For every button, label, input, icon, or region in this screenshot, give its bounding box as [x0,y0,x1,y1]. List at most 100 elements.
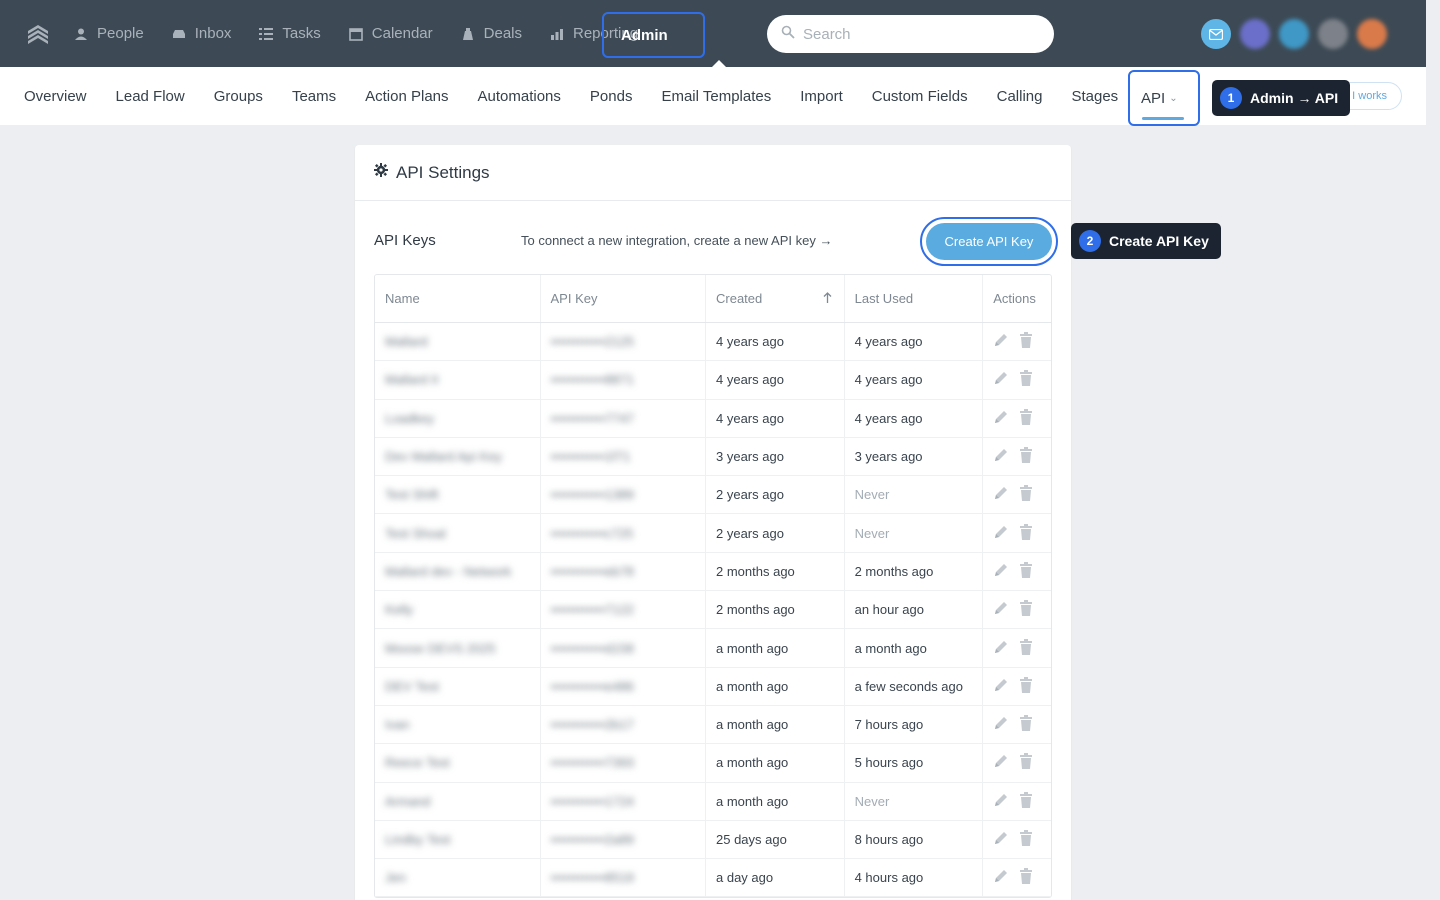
table-row[interactable]: DEV Test ••••••••••••e486 a month ago a few… [375,667,1051,706]
last-used-cell: 4 years ago [845,399,984,437]
key-value: ••••••••••••1f71 [550,449,631,465]
edit-icon[interactable] [993,447,1009,466]
created-cell: a month ago [706,667,845,705]
table-row[interactable]: Dev Mallard Api Key ••••••••••••1f71 3 yea… [375,437,1051,477]
nav-tasks[interactable]: Tasks [259,0,321,67]
tab-import[interactable]: Import [800,88,843,105]
key-name: Jen [385,870,406,886]
table-row[interactable]: Mallard ••••••••••••2125 4 years ago 4 year… [375,323,1051,362]
avatar[interactable] [1279,19,1309,49]
nav-people[interactable]: People [74,0,144,67]
create-key-highlight: Create API Key [920,217,1058,266]
avatar[interactable] [1318,19,1348,49]
column-header-created[interactable]: Created [706,275,845,322]
last-used-cell: 4 years ago [845,361,984,399]
edit-icon[interactable] [993,715,1009,734]
trash-icon[interactable] [1019,332,1033,351]
tab-custom-fields[interactable]: Custom Fields [872,88,968,105]
trash-icon[interactable] [1019,370,1033,389]
created-cell: a month ago [706,744,845,782]
key-value: ••••••••••••eb78 [550,563,635,579]
created-cell: a day ago [706,859,845,897]
avatar[interactable] [1240,19,1270,49]
tab-teams[interactable]: Teams [292,88,336,105]
trash-icon[interactable] [1019,447,1033,466]
edit-icon[interactable] [993,830,1009,849]
card-header: API Settings [355,145,1071,201]
trash-icon[interactable] [1019,715,1033,734]
tab-ponds[interactable]: Ponds [590,88,633,105]
nav-admin-label: Admin [621,26,668,44]
last-used-cell: 3 years ago [845,437,984,476]
search-box[interactable] [767,15,1054,53]
logo-icon[interactable] [26,22,50,46]
last-used-cell: a month ago [845,629,984,667]
trash-icon[interactable] [1019,523,1033,543]
tab-overview[interactable]: Overview [24,88,87,105]
tab-api-label: API [1141,89,1166,107]
created-cell: 2 years ago [706,514,845,552]
edit-icon[interactable] [993,485,1009,504]
column-header-name[interactable]: Name [375,275,541,322]
avatar[interactable] [1357,19,1387,49]
key-value: ••••••••••••8519 [550,870,635,886]
edit-icon[interactable] [993,524,1009,543]
created-cell: a month ago [706,629,845,667]
table-row[interactable]: Mallard II ••••••••••••8871 4 years ago 4 y… [375,361,1051,400]
table-row[interactable]: Test Shoal ••••••••••••c725 2 years ago Nev… [375,514,1051,553]
edit-icon[interactable] [993,792,1009,811]
key-value: ••••••••••••2125 [550,334,635,350]
mail-icon[interactable] [1201,19,1231,49]
trash-icon[interactable] [1019,408,1033,428]
api-keys-label: API Keys [374,232,436,249]
key-value: ••••••••••••8871 [550,372,635,388]
edit-icon[interactable] [993,409,1009,428]
search-input[interactable] [803,25,1033,43]
tab-groups[interactable]: Groups [214,88,263,105]
tab-api[interactable]: API ⌄ [1128,70,1200,126]
table-row[interactable]: Moose DEVS 2025 ••••••••••••d158 a month a… [375,629,1051,668]
edit-icon[interactable] [993,332,1009,351]
edit-icon[interactable] [993,677,1009,696]
edit-icon[interactable] [993,600,1009,619]
create-api-key-button[interactable]: Create API Key [926,223,1052,260]
nav-calendar[interactable]: Calendar [348,0,433,67]
edit-icon[interactable] [993,370,1009,389]
table-row[interactable]: Reece Test ••••••••••••7393 a month ago 5 h… [375,744,1051,783]
tab-action-plans[interactable]: Action Plans [365,88,448,105]
tab-calling[interactable]: Calling [997,88,1043,105]
trash-icon[interactable] [1019,676,1033,696]
trash-icon[interactable] [1019,485,1033,504]
step-number: 2 [1079,230,1101,252]
nav-deals[interactable]: Deals [461,0,522,67]
trash-icon[interactable] [1019,600,1033,619]
trash-icon[interactable] [1019,830,1033,849]
table-row[interactable]: Armand ••••••••••••1724 a month ago Never [375,782,1051,821]
nav-inbox[interactable]: Inbox [172,0,231,67]
table-row[interactable]: Kelly ••••••••••••7122 2 months ago an hour… [375,591,1051,630]
tab-automations[interactable]: Automations [478,88,561,105]
edit-icon[interactable] [993,639,1009,658]
column-header-api-key[interactable]: API Key [541,275,706,322]
trash-icon[interactable] [1019,753,1033,772]
table-row[interactable]: Test Shift ••••••••••••1389 2 years ago Nev… [375,476,1051,515]
edit-icon[interactable] [993,562,1009,581]
table-row[interactable]: Mallard dev - Network ••••••••••••eb78 2 m… [375,552,1051,592]
table-row[interactable]: Loadkey ••••••••••••7747 4 years ago 4 year… [375,399,1051,438]
table-row[interactable]: Lindby Test ••••••••••••2a89 25 days ago 8 … [375,820,1051,860]
nav-admin[interactable]: Admin [602,12,705,58]
column-header-last-used[interactable]: Last Used [845,275,984,322]
edit-icon[interactable] [993,868,1009,887]
table-row[interactable]: Ivan ••••••••••••2b17 a month ago 7 hours a… [375,705,1051,745]
trash-icon[interactable] [1019,868,1033,887]
created-cell: a month ago [706,705,845,744]
trash-icon[interactable] [1019,638,1033,658]
table-row[interactable]: Jen ••••••••••••8519 a day ago 4 hours ago [375,859,1051,898]
tab-email-templates[interactable]: Email Templates [661,88,771,105]
trash-icon[interactable] [1019,791,1033,811]
trash-icon[interactable] [1019,561,1033,581]
edit-icon[interactable] [993,753,1009,772]
tab-lead-flow[interactable]: Lead Flow [116,88,185,105]
tab-stages[interactable]: Stages [1071,88,1118,105]
key-name: Mallard [385,334,428,350]
